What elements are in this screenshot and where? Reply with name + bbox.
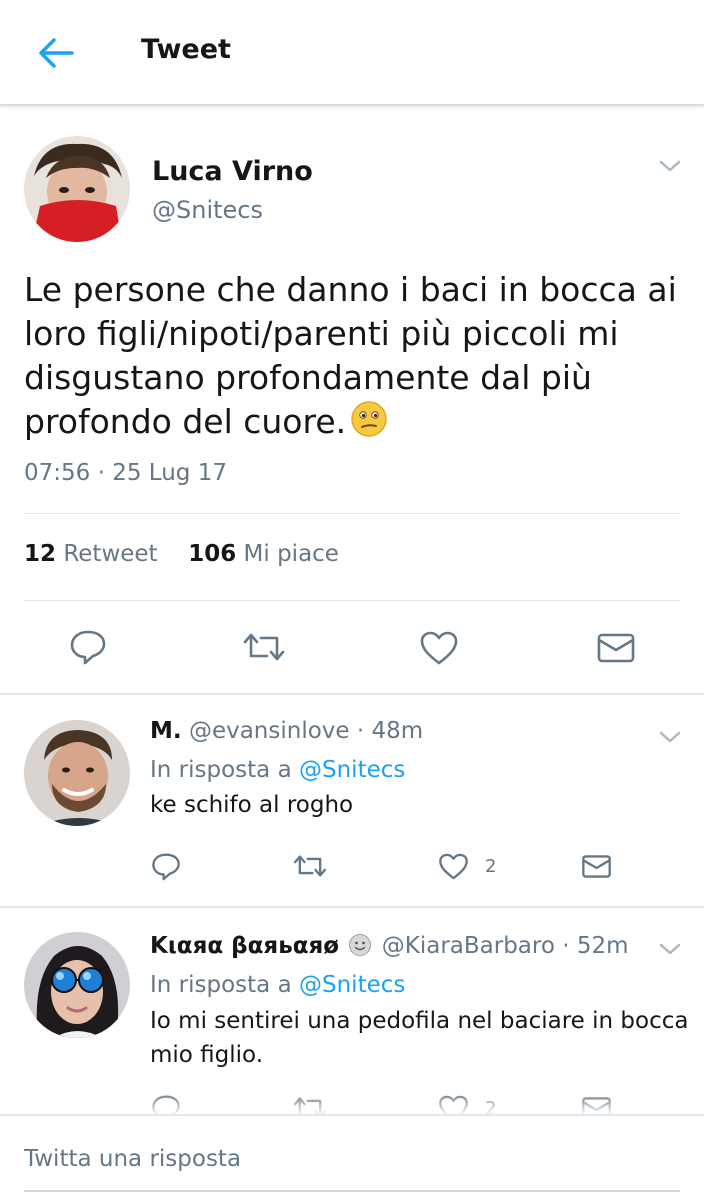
like-count: 2 — [485, 856, 497, 877]
retweet-icon[interactable] — [241, 630, 287, 664]
retweet-icon[interactable] — [292, 852, 328, 880]
reply-author-name[interactable]: M. — [150, 718, 182, 744]
smiley-emoji-icon — [349, 934, 372, 956]
reply-author-name[interactable]: Κιαяα βαяьαяø — [150, 933, 339, 959]
avatar[interactable] — [24, 136, 130, 242]
author-handle[interactable]: @Snitecs — [152, 196, 263, 224]
retweet-count[interactable]: 12 — [24, 541, 56, 567]
reply-text: ke schifo al rogho — [150, 792, 354, 818]
tweet-stats: 12 Retweet 106 Mi piace — [24, 541, 339, 567]
in-reply-prefix: In risposta a — [150, 757, 292, 783]
reply-composer: Twitta una risposta — [0, 1114, 704, 1200]
chevron-down-icon[interactable] — [658, 941, 682, 957]
tweet-body: Le persone che danno i baci in bocca ai … — [24, 268, 684, 444]
chevron-down-icon[interactable] — [658, 158, 682, 174]
in-reply-to: In risposta a @Snitecs — [150, 972, 405, 998]
divider — [24, 600, 680, 601]
reply-header: M. @evansinlove · 48m — [150, 718, 423, 744]
page-title: Tweet — [141, 34, 231, 65]
author-name[interactable]: Luca Virno — [152, 156, 313, 187]
like-heart-icon[interactable] — [438, 852, 469, 881]
reply-icon[interactable] — [69, 629, 107, 665]
in-reply-prefix: In risposta a — [150, 972, 292, 998]
scroll-fade — [0, 1092, 704, 1116]
like-heart-icon[interactable] — [419, 630, 459, 666]
reply-icon[interactable] — [151, 852, 181, 881]
reply-input[interactable]: Twitta una risposta — [24, 1146, 241, 1172]
avatar[interactable] — [24, 932, 130, 1038]
like-label[interactable]: Mi piace — [244, 541, 339, 567]
avatar[interactable] — [24, 720, 130, 826]
in-reply-to: In risposta a @Snitecs — [150, 757, 405, 783]
input-underline — [24, 1190, 680, 1192]
divider — [24, 513, 680, 514]
tweet-timestamp[interactable]: 07:56 · 25 Lug 17 — [24, 460, 227, 486]
section-divider — [0, 906, 704, 908]
top-bar: Tweet — [0, 0, 704, 106]
reply-header: Κιαяα βαяьαяø @KiaraBarbaro · 52m — [150, 933, 629, 959]
reply-handle-time[interactable]: @evansinlove · 48m — [189, 718, 423, 744]
mention-link[interactable]: @Snitecs — [299, 972, 405, 998]
confused-face-emoji-icon — [351, 401, 387, 437]
section-divider — [0, 693, 704, 695]
reply-handle-time[interactable]: @KiaraBarbaro · 52m — [382, 933, 629, 959]
retweet-label[interactable]: Retweet — [63, 541, 157, 567]
like-count[interactable]: 106 — [188, 541, 236, 567]
back-arrow-icon[interactable] — [36, 36, 76, 70]
chevron-down-icon[interactable] — [658, 729, 682, 745]
direct-message-icon[interactable] — [581, 853, 612, 880]
reply-text: Io mi sentirei una pedofila nel baciare … — [150, 1008, 689, 1068]
mention-link[interactable]: @Snitecs — [299, 757, 405, 783]
direct-message-icon[interactable] — [596, 631, 636, 665]
